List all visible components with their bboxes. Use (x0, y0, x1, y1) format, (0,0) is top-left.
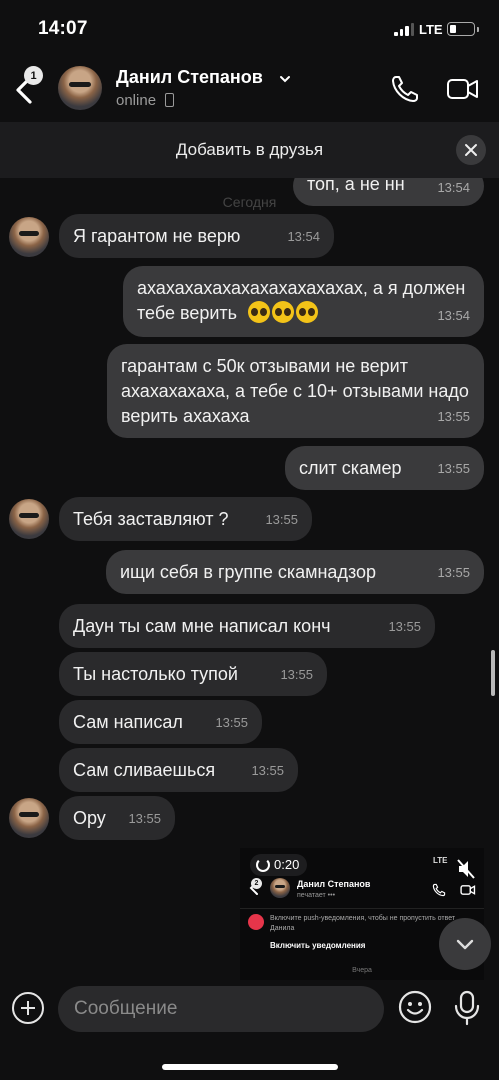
push-notification-text: Включите push-уведомления, чтобы не проп… (270, 915, 456, 932)
message-text: гарантам с 50к отзывами не верит ахахаха… (121, 356, 469, 426)
message-bubble-outgoing[interactable]: гарантам с 50к отзывами не верит ахахаха… (107, 344, 484, 438)
battery-icon (447, 22, 479, 36)
divider (240, 908, 484, 909)
contact-name: Данил Степанов (297, 879, 371, 889)
message-text: Сам сливаешься (73, 760, 216, 780)
notification-icon (248, 914, 264, 930)
contact-avatar[interactable] (9, 217, 49, 257)
chat-header: Данил Степанов online (0, 58, 499, 122)
contact-avatar (270, 878, 290, 898)
mobile-device-icon (165, 93, 174, 107)
contact-name[interactable]: Данил Степанов (116, 67, 263, 88)
add-friend-button[interactable]: Добавить в друзья (0, 140, 499, 160)
status-time: 14:07 (38, 18, 88, 39)
message-bubble-outgoing[interactable]: ищи себя в группе скамнадзор 13:55 (106, 550, 484, 594)
message-time: 13:55 (437, 461, 470, 476)
message-bubble-incoming[interactable]: Я гарантом не верю 13:54 (59, 214, 334, 258)
contact-avatar[interactable] (9, 499, 49, 539)
message-time: 13:55 (437, 409, 470, 424)
contact-avatar[interactable] (58, 66, 102, 110)
scroll-down-button[interactable] (439, 918, 491, 970)
message-time: 13:55 (251, 763, 284, 778)
video-timer-text: 0:20 (274, 857, 300, 872)
message-time: 13:55 (265, 512, 298, 527)
signal-strength-icon (394, 23, 414, 36)
message-text: топ, а не нн (307, 178, 405, 194)
message-composer (0, 980, 499, 1080)
scrollbar[interactable] (491, 650, 495, 696)
pleading-face-emoji (248, 301, 320, 323)
message-bubble-incoming[interactable]: Даун ты сам мне написал конч 13:55 (59, 604, 435, 648)
message-text: Даун ты сам мне написал конч (73, 616, 331, 636)
message-time: 13:54 (437, 308, 470, 323)
video-timer: 0:20 (250, 854, 308, 876)
message-text: Ты настолько тупой (73, 664, 238, 684)
message-text: Тебя заставляют ? (73, 509, 229, 529)
message-bubble-outgoing[interactable]: слит скамер 13:55 (285, 446, 484, 490)
close-icon (465, 144, 477, 156)
message-text: Ору (73, 808, 106, 828)
typing-status: печатает ••• (297, 892, 336, 899)
message-text: Я гарантом не верю (73, 226, 241, 246)
close-banner-button[interactable] (456, 135, 486, 165)
message-bubble-incoming[interactable]: Сам сливаешься 13:55 (59, 748, 298, 792)
message-text: ищи себя в группе скамнадзор (120, 562, 377, 582)
chevron-down-icon[interactable] (278, 72, 292, 86)
message-time: 13:54 (287, 229, 320, 244)
message-time: 13:55 (215, 715, 248, 730)
message-time: 13:55 (437, 565, 470, 580)
message-text: слит скамер (299, 458, 402, 478)
message-bubble-incoming[interactable]: Ты настолько тупой 13:55 (59, 652, 327, 696)
message-bubble-outgoing[interactable]: топ, а не нн 13:54 (293, 178, 484, 206)
enable-notifications-link: Включить уведомления (270, 941, 366, 950)
message-bubble-incoming[interactable]: Ору 13:55 (59, 796, 175, 840)
muted-speaker-icon[interactable] (456, 858, 476, 880)
smiley-icon[interactable] (398, 990, 432, 1024)
video-camera-icon[interactable] (446, 76, 480, 102)
message-text: Сам написал (73, 712, 183, 732)
microphone-icon[interactable] (452, 990, 482, 1026)
message-bubble-incoming[interactable]: Тебя заставляют ? 13:55 (59, 497, 312, 541)
preview-network: LTE (433, 856, 448, 865)
unread-badge: 1 (24, 66, 43, 85)
video-camera-icon (460, 885, 476, 895)
message-bubble-incoming[interactable]: Сам написал 13:55 (59, 700, 262, 744)
unread-badge: 2 (251, 878, 262, 889)
message-time: 13:55 (280, 667, 313, 682)
contact-avatar[interactable] (9, 798, 49, 838)
date-separator: Вчера (352, 967, 372, 974)
message-time: 13:55 (388, 619, 421, 634)
message-time: 13:54 (437, 180, 470, 195)
message-bubble-outgoing[interactable]: ахахахахахахахахахахахах, а я должен теб… (123, 266, 484, 337)
chevron-down-icon (456, 939, 474, 950)
phone-icon[interactable] (390, 74, 420, 104)
message-input[interactable] (58, 986, 384, 1032)
plus-circle-icon[interactable] (12, 992, 44, 1024)
message-time: 13:55 (128, 811, 161, 826)
network-type: LTE (419, 22, 443, 37)
phone-icon (432, 883, 446, 897)
contact-status: online (116, 92, 157, 109)
timer-icon (256, 858, 270, 872)
add-friend-banner: Добавить в друзья (0, 122, 499, 178)
home-indicator[interactable] (162, 1064, 338, 1070)
status-bar: 14:07 LTE (0, 0, 499, 58)
